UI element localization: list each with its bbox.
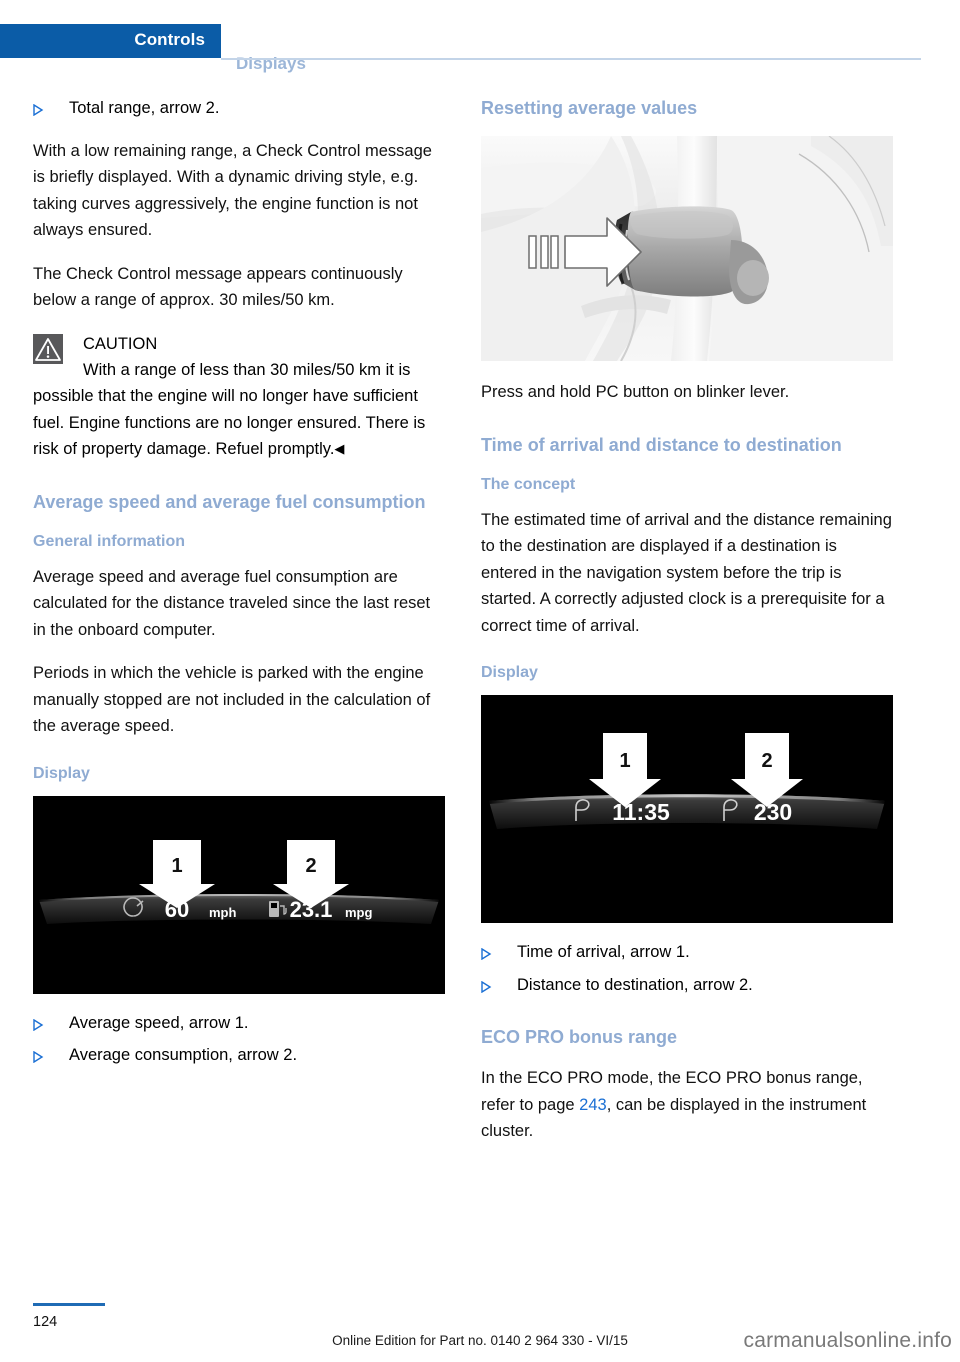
heading-average-speed: Average speed and average fuel consumpti… (33, 491, 426, 512)
paragraph-low-range: With a low remaining range, a Check Cont… (33, 141, 432, 240)
list-item: Average consumption, arrow 2. (33, 1042, 445, 1069)
svg-text:mpg: mpg (345, 905, 373, 920)
list-item: Time of arrival, arrow 1. (481, 939, 893, 966)
list-item: Average speed, arrow 1. (33, 1010, 445, 1037)
page-number: 124 (33, 1314, 58, 1330)
caution-body: With a range of less than 30 miles/50 km… (33, 360, 426, 459)
list-item-label: Total range, arrow 2. (69, 99, 220, 117)
list-item: Distance to destination, arrow 2. (481, 972, 893, 999)
tab-displays[interactable]: Displays (236, 54, 306, 74)
right-column: Resetting average values Press and hold … (481, 95, 893, 1162)
svg-text:mph: mph (209, 905, 237, 920)
subheading-general-information: General information (33, 532, 186, 550)
svg-text:60: 60 (165, 897, 189, 922)
footer-rule (33, 1303, 105, 1306)
heading-resetting-average-values: Resetting average values (481, 98, 698, 118)
caution-block: CAUTION With a range of less than 30 mil… (33, 331, 445, 463)
list-item-label: Average consumption, arrow 2. (69, 1046, 298, 1064)
paragraph-average-calculation: Average speed and average fuel consumpti… (33, 567, 431, 639)
paragraph-check-control: The Check Control message appears contin… (33, 264, 403, 310)
warning-triangle-icon (33, 333, 63, 364)
page-reference-link[interactable]: 243 (579, 1096, 607, 1114)
svg-text:23.1: 23.1 (290, 897, 333, 922)
subheading-display-right: Display (481, 664, 538, 681)
paragraph-eco-pro: In the ECO PRO mode, the ECO PRO bonus r… (481, 1065, 893, 1145)
list-item-label: Average speed, arrow 1. (69, 1013, 249, 1032)
tab-controls-label: Controls (134, 30, 205, 49)
paragraph-parked-periods: Periods in which the vehicle is parked w… (33, 664, 431, 735)
list-item-label: Distance to destination, arrow 2. (517, 975, 753, 994)
svg-text:1: 1 (619, 750, 630, 772)
figure-blinker-lever-illustration (481, 136, 893, 361)
heading-time-of-arrival: Time of arrival and distance to destinat… (481, 434, 842, 455)
list-item: Total range, arrow 2. (33, 95, 445, 122)
svg-text:230: 230 (754, 799, 792, 825)
left-column: Total range, arrow 2. With a low remaini… (33, 95, 445, 1085)
subheading-the-concept: The concept (481, 475, 576, 493)
svg-text:11:35: 11:35 (612, 799, 670, 825)
svg-text:1: 1 (171, 855, 182, 877)
paragraph-concept: The estimated time of arrival and the di… (481, 510, 892, 635)
bullet-list-top: Total range, arrow 2. (33, 95, 445, 122)
figure-average-cluster-display: 1 2 60 mph 23.1 mpg (33, 795, 445, 994)
heading-eco-pro-bonus-range: ECO PRO bonus range (481, 1027, 678, 1047)
svg-text:2: 2 (761, 750, 772, 772)
caution-text: With a range of less than 30 miles/50 km… (33, 357, 445, 463)
caution-title: CAUTION (83, 334, 158, 353)
subheading-display-left: Display (33, 764, 90, 782)
svg-text:2: 2 (305, 855, 316, 877)
site-watermark: carmanualsonline.info (743, 1329, 952, 1352)
header-divider (221, 58, 921, 60)
figure-arrival-cluster-display: 1 2 11:35 230 (481, 695, 893, 923)
paragraph-press-pc-button: Press and hold PC button on blinker leve… (481, 383, 790, 401)
bullet-list-average: Average speed, arrow 1. Average consumpt… (33, 1010, 445, 1069)
page-header: Controls Displays (0, 24, 960, 73)
caution-endmark: ◀ (334, 441, 345, 456)
bullet-list-arrival: Time of arrival, arrow 1. Distance to de… (481, 939, 893, 998)
tab-controls[interactable]: Controls (0, 24, 221, 58)
list-item-label: Time of arrival, arrow 1. (517, 943, 690, 961)
